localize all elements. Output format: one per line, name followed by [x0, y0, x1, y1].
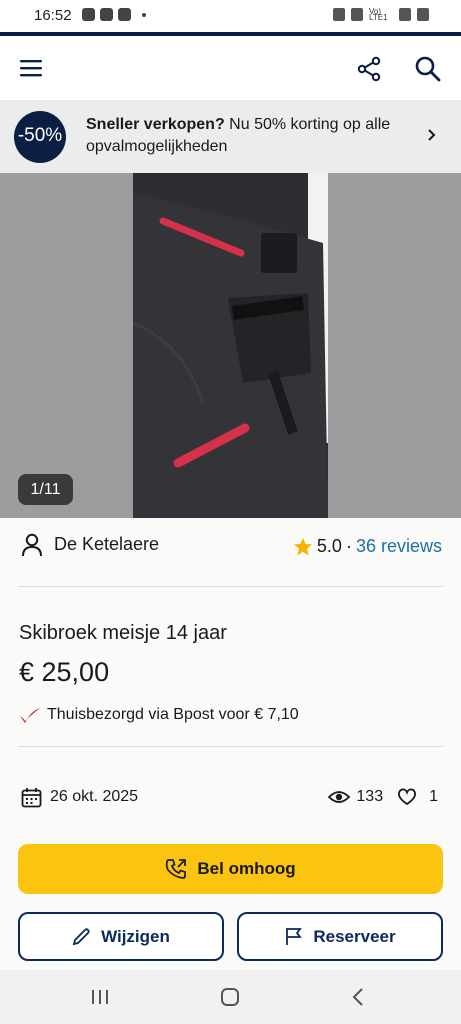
promo-text: Sneller verkopen? Nu 50% korting op alle…: [86, 114, 416, 158]
phone-icon: [166, 859, 187, 879]
call-button-label: Bel omhoog: [197, 859, 296, 878]
recent-apps-button[interactable]: [90, 987, 110, 1012]
menu-icon: [20, 60, 42, 77]
edit-button[interactable]: Wijzigen: [18, 912, 224, 961]
views-count: 133: [356, 788, 384, 805]
edit-button-label: Wijzigen: [101, 926, 170, 946]
menu-button[interactable]: [14, 52, 48, 84]
system-icons: Vo) LTE1: [333, 7, 429, 22]
search-icon: [415, 56, 441, 82]
promo-headline: Sneller verkopen?: [86, 116, 225, 133]
likes-count: 1: [429, 788, 438, 805]
reserve-button-label: Reserveer: [313, 926, 396, 946]
back-button[interactable]: [350, 987, 366, 1012]
product-photo[interactable]: [132, 173, 328, 518]
sync-icon: [118, 8, 131, 21]
home-button[interactable]: [219, 986, 241, 1013]
listing-title: Skibroek meisje 14 jaar: [19, 622, 227, 644]
back-icon: [352, 988, 363, 1006]
reserve-button[interactable]: Reserveer: [237, 912, 443, 961]
flag-icon: [286, 928, 303, 945]
eye-icon: [328, 791, 351, 803]
delivery-info: Thuisbezorgd via Bpost voor € 7,10: [47, 706, 299, 723]
listing-date: 26 okt. 2025: [50, 788, 139, 805]
seller-rating[interactable]: 5.0 · 36 reviews: [293, 536, 442, 557]
photo-counter: 1/11: [18, 474, 73, 505]
listing-stats: 133 1: [328, 788, 438, 806]
user-icon: [22, 533, 42, 557]
ski-pants-image: [132, 173, 328, 518]
network-label: Vo) LTE1: [369, 7, 388, 22]
lock-icon: [333, 8, 345, 21]
search-button[interactable]: [411, 52, 445, 86]
alarm-icon: [351, 8, 363, 21]
status-time: 16:52: [34, 7, 72, 24]
notification-icons: [82, 8, 146, 21]
rating-value: 5.0: [316, 536, 342, 556]
chevron-right-icon: [428, 129, 436, 141]
home-icon: [221, 988, 239, 1006]
rating-separator: ·: [345, 536, 352, 556]
reviews-link[interactable]: 36 reviews: [356, 536, 442, 557]
app-header: [0, 36, 461, 100]
promo-chevron[interactable]: [426, 127, 438, 148]
discount-badge-label: -50%: [17, 125, 63, 146]
more-dot-icon: [142, 12, 146, 17]
pencil-icon: [72, 928, 90, 946]
app-icon: [100, 8, 113, 21]
seller-name[interactable]: De Ketelaere: [54, 534, 159, 555]
signal-icon: [399, 8, 411, 21]
calendar-icon: [21, 788, 42, 808]
heart-icon: [398, 788, 417, 806]
share-button[interactable]: [352, 52, 386, 86]
calendar-icon-wrap: [21, 787, 42, 813]
listing-price: € 25,00: [19, 657, 110, 687]
divider: [18, 586, 443, 587]
share-icon: [357, 56, 381, 82]
star-icon: [293, 537, 312, 555]
user-icon-wrap: [21, 533, 43, 562]
delivery-check-icon: [20, 708, 40, 723]
recent-apps-icon: [92, 990, 108, 1004]
call-button[interactable]: Bel omhoog: [18, 844, 443, 894]
delivery-icon-wrap: [19, 707, 41, 730]
message-icon: [82, 8, 95, 21]
divider: [18, 746, 443, 747]
battery-icon: [417, 8, 429, 21]
